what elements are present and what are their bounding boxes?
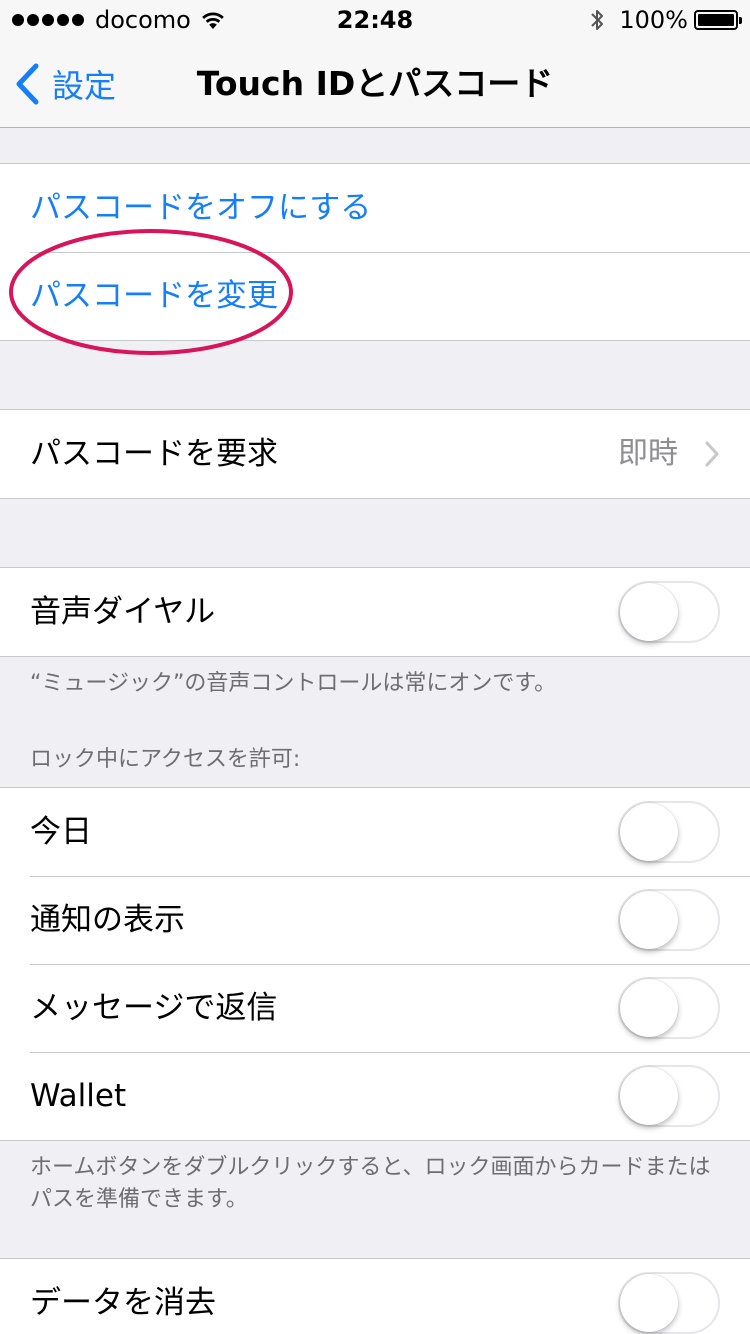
voice-dial-toggle[interactable]: [618, 581, 720, 643]
lock-access-item-notifications: 通知の表示: [0, 876, 750, 964]
voice-dial-footer: “ミュージック”の音声コントロールは常にオンです。: [30, 671, 557, 696]
page-title: Touch IDとパスコード: [196, 64, 554, 103]
bluetooth-icon: [591, 10, 604, 30]
notifications-view-toggle[interactable]: [618, 889, 720, 951]
voice-dial-row: 音声ダイヤル: [0, 568, 750, 656]
erase-data-row: データを消去: [0, 1259, 750, 1334]
require-passcode-group: パスコードを要求 即時: [0, 409, 750, 499]
toggle-knob: [620, 979, 678, 1037]
lock-access-item-reply: メッセージで返信: [0, 964, 750, 1052]
today-label: 今日: [30, 814, 92, 850]
lock-access-item-today: 今日: [0, 788, 750, 876]
battery-fill: [698, 14, 734, 26]
require-passcode-row[interactable]: パスコードを要求 即時: [0, 410, 750, 498]
toggle-knob: [620, 1274, 678, 1332]
status-right: 100%: [589, 6, 742, 34]
erase-data-label: データを消去: [30, 1285, 216, 1321]
erase-data-group: データを消去: [0, 1258, 750, 1334]
lock-access-item-wallet: Wallet: [0, 1052, 750, 1140]
battery-tip: [739, 17, 742, 24]
toggle-knob: [620, 803, 678, 861]
turn-passcode-off-row[interactable]: パスコードをオフにする: [0, 164, 750, 252]
toggle-knob: [620, 891, 678, 949]
voice-dial-label: 音声ダイヤル: [30, 594, 216, 630]
lock-access-footer: ホームボタンをダブルクリックすると、ロック画面からカードまたはパスを準備できます…: [30, 1155, 711, 1212]
status-bar: docomo 22:48 100%: [0, 0, 750, 40]
lock-access-header: ロック中にアクセスを許可:: [30, 747, 301, 772]
voice-dial-group: 音声ダイヤル: [0, 567, 750, 657]
require-passcode-value: 即時: [618, 436, 678, 471]
battery-percentage: 100%: [619, 6, 688, 34]
passcode-group: パスコードをオフにする パスコードを変更: [0, 163, 750, 341]
wallet-label: Wallet: [30, 1078, 127, 1114]
turn-passcode-off-label: パスコードをオフにする: [30, 190, 372, 226]
erase-data-toggle[interactable]: [618, 1272, 720, 1334]
chevron-right-icon: [705, 441, 719, 467]
today-toggle[interactable]: [618, 801, 720, 863]
toggle-knob: [620, 583, 678, 641]
reply-with-message-label: メッセージで返信: [30, 990, 278, 1026]
battery-icon: [694, 10, 742, 30]
wallet-toggle[interactable]: [618, 1065, 720, 1127]
require-passcode-label: パスコードを要求: [30, 436, 278, 472]
navigation-bar: 設定 Touch IDとパスコード: [0, 40, 750, 128]
change-passcode-row[interactable]: パスコードを変更: [0, 252, 750, 340]
change-passcode-label: パスコードを変更: [30, 278, 278, 314]
notifications-view-label: 通知の表示: [30, 902, 185, 938]
lock-access-group: 今日 通知の表示 メッセージで返信 Wallet: [0, 787, 750, 1141]
reply-with-message-toggle[interactable]: [618, 977, 720, 1039]
screen: docomo 22:48 100% 設定 Touch IDとパスコード パスコー…: [0, 0, 750, 1334]
toggle-knob: [620, 1067, 678, 1125]
